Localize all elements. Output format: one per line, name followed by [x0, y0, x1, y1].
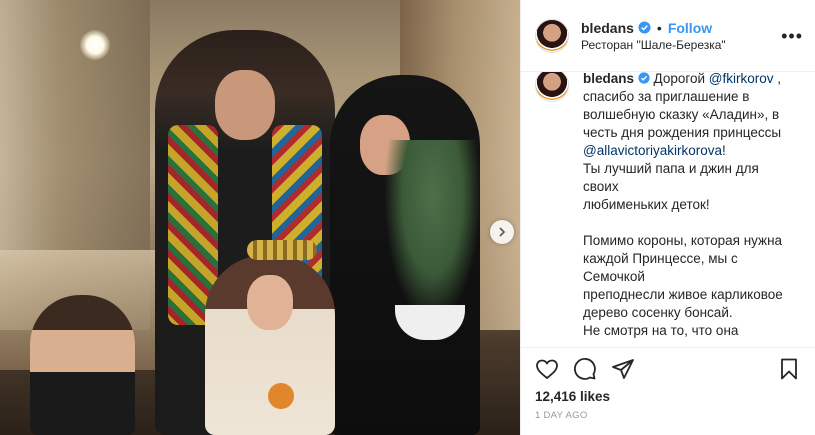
- carousel-next-button[interactable]: [490, 220, 514, 244]
- photo-man-face: [215, 70, 275, 140]
- follow-button[interactable]: Follow: [668, 20, 712, 36]
- post-header-row: bledans • Follow: [581, 20, 726, 36]
- avatar[interactable]: [535, 18, 569, 53]
- share-icon[interactable]: [611, 357, 635, 381]
- caption-username[interactable]: bledans: [583, 72, 634, 86]
- post-header: bledans • Follow Ресторан "Шале-Березка"…: [521, 0, 815, 72]
- caption-text-part: Дорогой: [653, 72, 709, 86]
- photo-boy: [30, 295, 135, 435]
- post-header-meta: bledans • Follow Ресторан "Шале-Березка": [581, 20, 726, 52]
- photo-bonsai: [385, 140, 480, 320]
- mention-link[interactable]: @allavictoriyakirkorova: [583, 143, 722, 158]
- post-side-panel: bledans • Follow Ресторан "Шале-Березка"…: [520, 0, 815, 435]
- post-actions-bar: [521, 347, 815, 389]
- caption-text: bledans Дорогой @fkirkorov , спасибо за …: [583, 72, 793, 342]
- post-timestamp[interactable]: 1 DAY AGO: [535, 410, 588, 421]
- more-options-button[interactable]: •••: [781, 26, 803, 47]
- likes-count[interactable]: 12,416 likes: [535, 389, 610, 404]
- verified-badge-icon: [638, 72, 650, 84]
- caption-text-part: ! Ты лучший папа и джин для своих любиме…: [583, 143, 783, 342]
- caption-row: bledans Дорогой @fkirkorov , спасибо за …: [535, 72, 801, 342]
- heart-icon[interactable]: [535, 357, 559, 381]
- separator-dot: •: [656, 19, 662, 36]
- photo-girl-face: [247, 275, 293, 330]
- caption-area: bledans Дорогой @fkirkorov , спасибо за …: [521, 72, 815, 342]
- caption-avatar[interactable]: [535, 72, 569, 102]
- bookmark-icon[interactable]: [777, 357, 801, 381]
- comment-icon[interactable]: [573, 357, 597, 381]
- location-link[interactable]: Ресторан "Шале-Березка": [581, 38, 726, 52]
- verified-badge-icon: [638, 21, 651, 34]
- username-link[interactable]: bledans: [581, 20, 634, 36]
- post-photo[interactable]: [0, 0, 520, 435]
- photo-crown: [247, 240, 317, 260]
- mention-link[interactable]: @fkirkorov: [709, 72, 774, 86]
- photo-orange: [268, 383, 294, 409]
- chevron-right-icon: [499, 227, 506, 237]
- photo-lamp: [80, 30, 110, 60]
